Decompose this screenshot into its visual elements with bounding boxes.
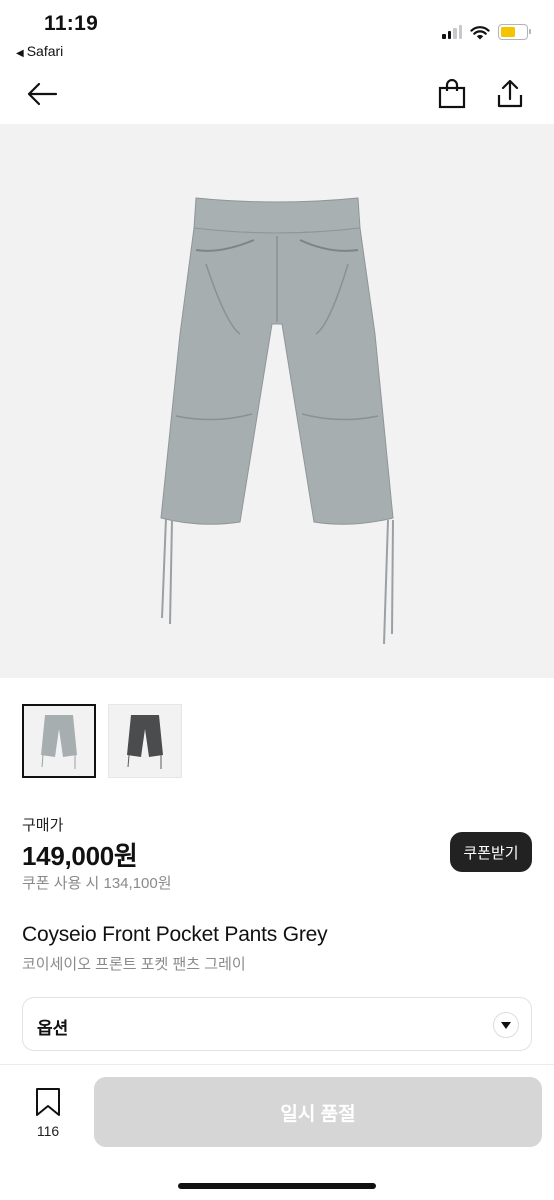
arrow-left-icon	[27, 82, 58, 106]
thumbnail-charcoal[interactable]	[108, 704, 182, 778]
coupon-price: 쿠폰 사용 시 134,100원	[22, 875, 172, 892]
status-bar: 11:19 ◀ Safari	[0, 0, 554, 64]
price: 149,000원	[22, 841, 138, 871]
battery-icon	[498, 24, 531, 40]
price-label: 구매가	[22, 817, 64, 834]
get-coupon-button[interactable]: 쿠폰받기	[450, 832, 532, 872]
chevron-down-icon	[493, 1012, 519, 1038]
wish-count: 116	[36, 1123, 60, 1139]
wish-button[interactable]: 116	[22, 1087, 74, 1157]
share-icon	[497, 79, 523, 108]
product-title: Coyseio Front Pocket Pants Grey	[22, 923, 328, 946]
bottom-bar: 116 일시 품절	[0, 1064, 554, 1200]
back-app-label: Safari	[26, 43, 64, 59]
bookmark-icon	[36, 1088, 60, 1116]
wifi-icon	[470, 25, 490, 39]
cart-button[interactable]	[434, 76, 470, 112]
option-select[interactable]: 옵션	[22, 997, 532, 1051]
back-button[interactable]	[24, 76, 60, 112]
thumbnail-charcoal-image	[127, 715, 163, 769]
nav-bar	[0, 64, 554, 124]
thumbnail-list	[22, 704, 182, 778]
sold-out-button[interactable]: 일시 품절	[94, 1077, 542, 1147]
thumbnail-grey-image	[41, 715, 77, 769]
status-time: 11:19	[44, 12, 99, 35]
pants-illustration	[160, 197, 394, 645]
shopping-bag-icon	[438, 79, 466, 109]
back-to-app-link[interactable]: ◀ Safari	[16, 43, 63, 59]
home-indicator	[178, 1183, 376, 1189]
product-image[interactable]	[0, 124, 554, 678]
cellular-signal-icon	[442, 25, 462, 39]
status-icons	[442, 22, 531, 42]
thumbnail-grey[interactable]	[22, 704, 96, 778]
product-subtitle: 코이세이오 프론트 포켓 팬츠 그레이	[22, 956, 246, 973]
share-button[interactable]	[492, 76, 528, 112]
option-label: 옵션	[37, 1019, 69, 1038]
back-triangle-icon: ◀	[16, 48, 24, 59]
